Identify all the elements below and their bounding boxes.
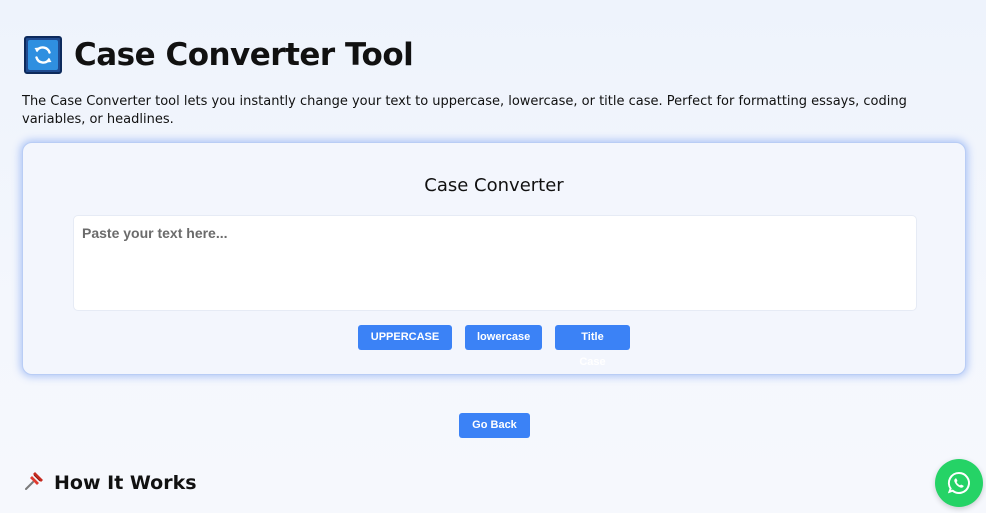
case-button-group: UPPERCASE lowercase Title Case xyxy=(23,325,965,368)
refresh-icon xyxy=(24,36,62,74)
intro-text: The Case Converter tool lets you instant… xyxy=(22,94,907,127)
how-it-works-header: How It Works xyxy=(24,469,197,496)
converter-card: Case Converter UPPERCASE lowercase Title… xyxy=(22,142,966,375)
pushpin-icon xyxy=(24,469,46,496)
whatsapp-icon xyxy=(947,471,970,494)
text-input[interactable] xyxy=(73,215,917,311)
how-it-works-title: How It Works xyxy=(54,471,197,494)
titlecase-button[interactable]: Title Case xyxy=(555,325,630,368)
page-header: Case Converter Tool xyxy=(24,36,414,74)
lowercase-button[interactable]: lowercase xyxy=(465,325,542,350)
uppercase-button[interactable]: UPPERCASE xyxy=(358,325,452,350)
converter-title: Case Converter xyxy=(424,175,564,196)
page: Case Converter Tool The Case Converter t… xyxy=(0,0,986,513)
go-back-button[interactable]: Go Back xyxy=(459,413,530,438)
whatsapp-button[interactable] xyxy=(935,459,983,507)
page-title: Case Converter Tool xyxy=(74,37,414,73)
